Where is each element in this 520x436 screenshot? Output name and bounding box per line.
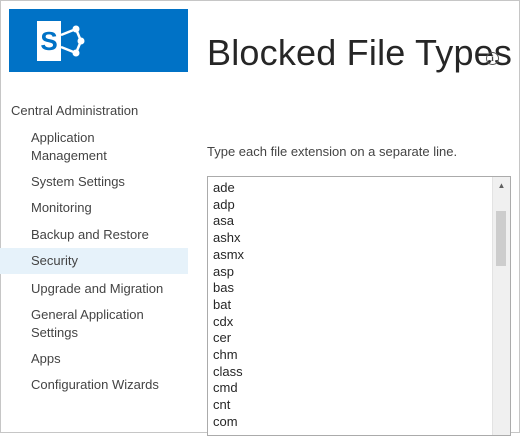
nav-root-central-administration[interactable]: Central Administration [11,103,138,118]
svg-text:S: S [40,26,57,56]
sidebar-item-security[interactable]: Security [0,248,188,274]
sidebar-item-upgrade-and-migration[interactable]: Upgrade and Migration [0,280,188,298]
extension-line: cer [213,330,232,346]
extension-line: cmd [213,380,238,396]
extension-line: com [213,413,238,429]
extension-line: asmx [213,246,245,262]
extension-line: bas [213,280,234,296]
page-title: Blocked File Types [207,32,513,73]
sharepoint-logo[interactable]: S [9,9,188,72]
sidebar-item-monitoring[interactable]: Monitoring [0,199,188,217]
sidebar-item-apps[interactable]: Apps [0,350,188,368]
extension-line: cnt [213,397,231,413]
vertical-scrollbar[interactable]: ▲ [492,177,510,435]
extension-line: ade [213,180,235,195]
scroll-up-arrow-icon[interactable]: ▲ [493,177,510,194]
sharepoint-logo-icon: S [37,21,85,61]
extension-line: chm [213,347,238,363]
sidebar-item-backup-and-restore[interactable]: Backup and Restore [0,226,188,244]
sidebar-item-configuration-wizards[interactable]: Configuration Wizards [0,376,188,394]
extension-line: asp [213,263,234,279]
extension-line: cdx [213,313,234,329]
info-icon[interactable]: i [486,52,499,65]
blocked-extensions-textarea[interactable]: ade adp asa ashx asmx asp bas bat cdx ce… [207,176,511,436]
sidebar-item-application-management[interactable]: Application Management [0,129,188,165]
extension-line: asa [213,213,234,229]
extension-line: ashx [213,230,241,246]
extension-line: class [213,363,243,379]
sidebar-item-general-application-settings[interactable]: General Application Settings [0,306,188,342]
sidebar-item-system-settings[interactable]: System Settings [0,173,188,191]
extension-line: bat [213,296,232,312]
extension-list: ade adp asa ashx asmx asp bas bat cdx ce… [213,180,244,431]
extension-line: adp [213,196,235,212]
scrollbar-thumb[interactable] [496,211,506,266]
instructions-text: Type each file extension on a separate l… [207,144,458,159]
